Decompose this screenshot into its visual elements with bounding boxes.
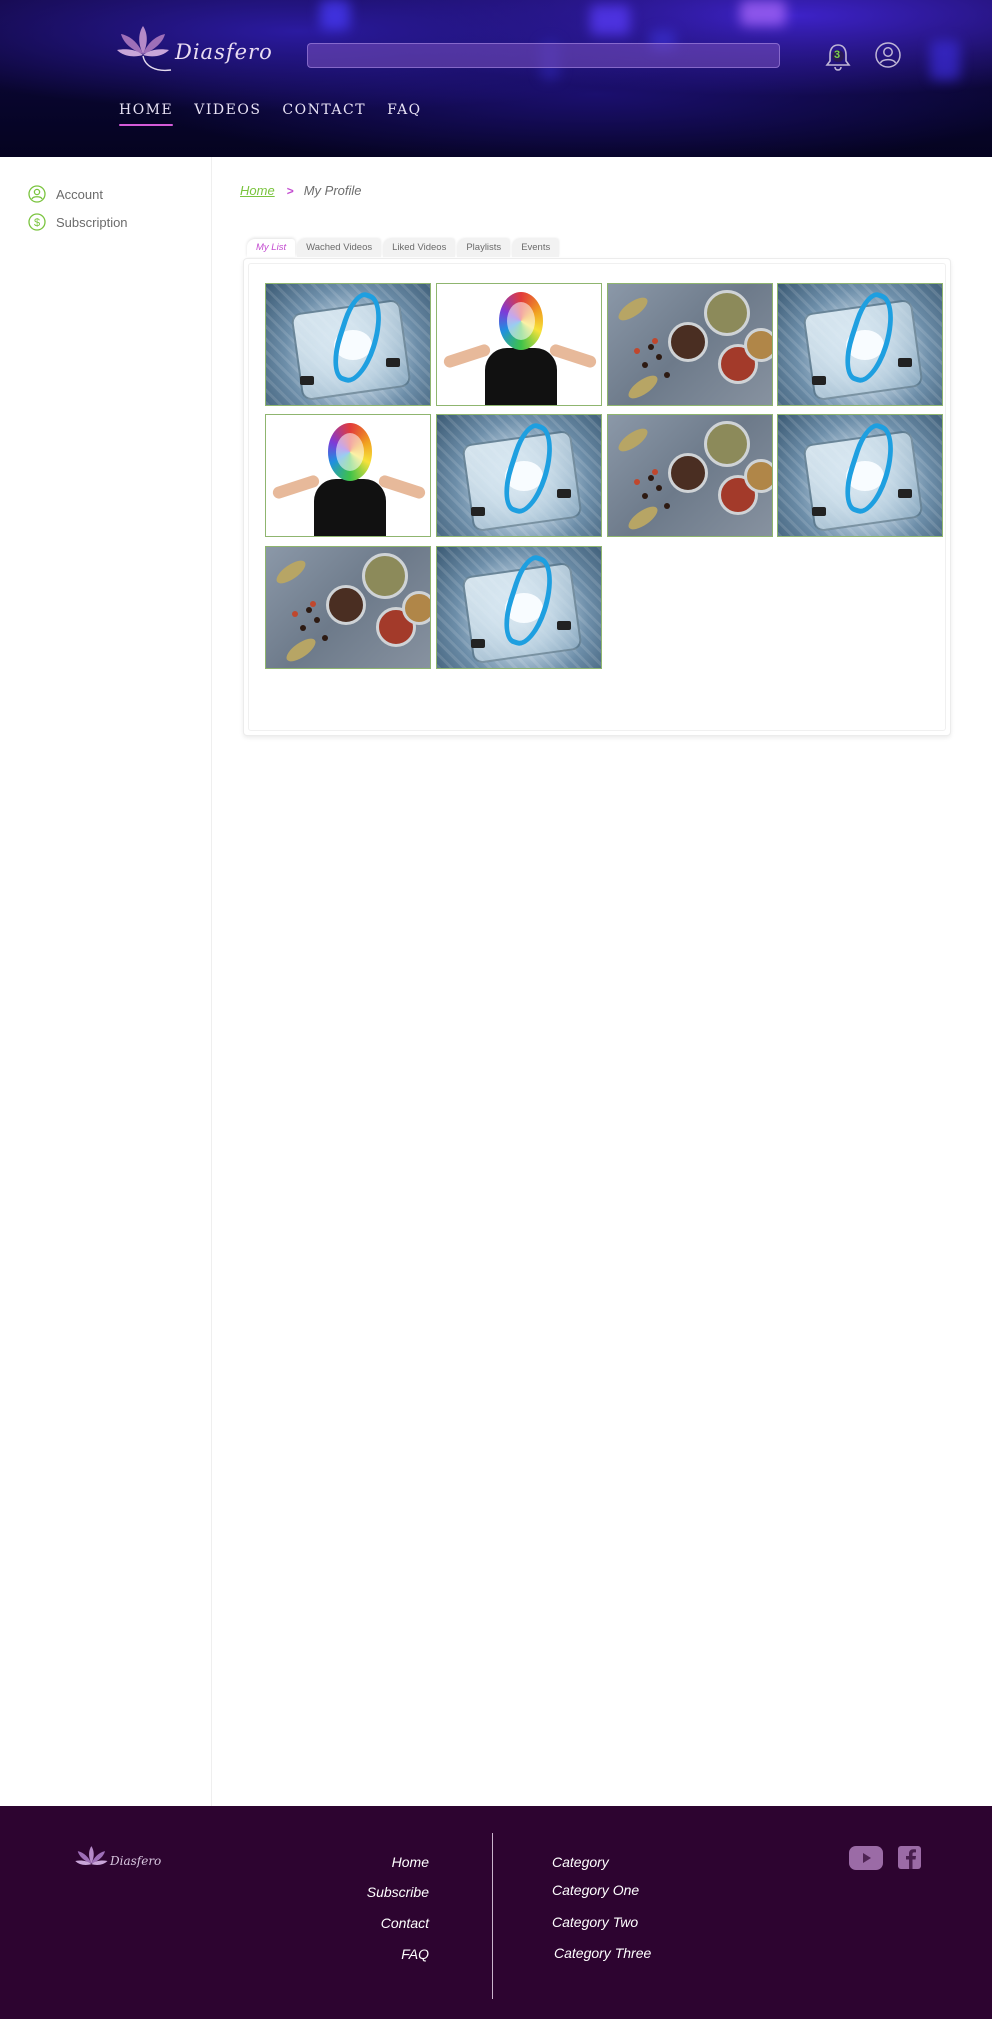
tab-events[interactable]: Events <box>512 239 560 257</box>
footer-link-faq[interactable]: FAQ <box>401 1946 429 1962</box>
notifications-button[interactable]: 3 <box>824 42 852 72</box>
my-list-thumbnail[interactable] <box>265 414 431 537</box>
breadcrumb-current: My Profile <box>303 183 362 198</box>
header-bokeh <box>320 0 350 30</box>
facebook-link[interactable] <box>898 1846 921 1873</box>
my-list-thumbnail[interactable] <box>607 414 773 537</box>
my-list-panel <box>243 258 951 736</box>
tab-watched-videos[interactable]: Wached Videos <box>297 239 382 257</box>
nav-contact[interactable]: CONTACT <box>282 102 366 126</box>
my-list-thumbnail[interactable] <box>265 546 431 669</box>
profile-sidebar: Account $ Subscription <box>0 157 212 1806</box>
user-circle-icon <box>28 185 46 203</box>
footer-category-two[interactable]: Category Two <box>552 1914 638 1930</box>
header-bokeh <box>590 5 630 35</box>
site-header: Diasfero 3 HOME VIDEOS CONTACT FAQ <box>0 0 992 157</box>
nav-home[interactable]: HOME <box>119 102 174 126</box>
header-bokeh <box>930 40 960 80</box>
my-list-thumbnail[interactable] <box>436 283 602 406</box>
sidebar-item-account[interactable]: Account <box>28 185 103 203</box>
youtube-icon <box>849 1846 883 1870</box>
tab-liked-videos[interactable]: Liked Videos <box>383 239 456 257</box>
main-nav: HOME VIDEOS CONTACT FAQ <box>119 102 443 126</box>
youtube-link[interactable] <box>849 1846 883 1874</box>
sidebar-item-label: Account <box>56 186 103 202</box>
facebook-icon <box>898 1846 921 1869</box>
footer-divider <box>492 1833 493 1999</box>
my-list-thumbnail[interactable] <box>777 414 943 537</box>
footer-link-subscribe[interactable]: Subscribe <box>367 1884 429 1900</box>
footer-link-contact[interactable]: Contact <box>381 1915 429 1931</box>
lotus-logo-icon <box>117 26 172 72</box>
my-list-thumbnail[interactable] <box>777 283 943 406</box>
site-footer: Diasfero Home Subscribe Contact FAQ Cate… <box>0 1806 992 2019</box>
user-profile-button[interactable] <box>875 42 901 68</box>
svg-text:$: $ <box>34 217 40 229</box>
my-list-thumbnail[interactable] <box>436 546 602 669</box>
sidebar-item-subscription[interactable]: $ Subscription <box>28 213 128 231</box>
user-circle-icon <box>875 42 901 68</box>
footer-category-heading: Category <box>552 1854 609 1870</box>
nav-videos[interactable]: VIDEOS <box>194 102 261 126</box>
dollar-circle-icon: $ <box>28 213 46 231</box>
my-list-thumbnail[interactable] <box>436 414 602 537</box>
footer-logo[interactable]: Diasfero <box>74 1844 164 1878</box>
tab-my-list[interactable]: My List <box>247 239 296 257</box>
site-logo[interactable]: Diasfero <box>115 24 272 76</box>
my-list-thumbnail[interactable] <box>607 283 773 406</box>
my-list-grid <box>248 263 946 731</box>
lotus-logo-icon <box>75 1846 108 1865</box>
notification-count-badge: 3 <box>834 49 841 61</box>
header-bokeh <box>740 0 786 26</box>
my-list-thumbnail[interactable] <box>265 283 431 406</box>
footer-link-home[interactable]: Home <box>392 1854 429 1870</box>
breadcrumb-home-link[interactable]: Home <box>240 183 275 198</box>
breadcrumb: Home > My Profile <box>240 183 362 198</box>
brand-name: Diasfero <box>175 40 273 64</box>
footer-brand-name: Diasfero <box>110 1854 162 1868</box>
profile-tabs: My List Wached Videos Liked Videos Playl… <box>247 239 561 257</box>
nav-faq[interactable]: FAQ <box>387 102 422 126</box>
search-input[interactable] <box>307 43 780 68</box>
page: Diasfero 3 HOME VIDEOS CONTACT FAQ Accou… <box>0 0 992 2019</box>
footer-category-one[interactable]: Category One <box>552 1882 639 1898</box>
tab-playlists[interactable]: Playlists <box>457 239 511 257</box>
breadcrumb-separator: > <box>286 183 294 198</box>
sidebar-item-label: Subscription <box>56 214 128 230</box>
footer-category-three[interactable]: Category Three <box>554 1945 651 1961</box>
